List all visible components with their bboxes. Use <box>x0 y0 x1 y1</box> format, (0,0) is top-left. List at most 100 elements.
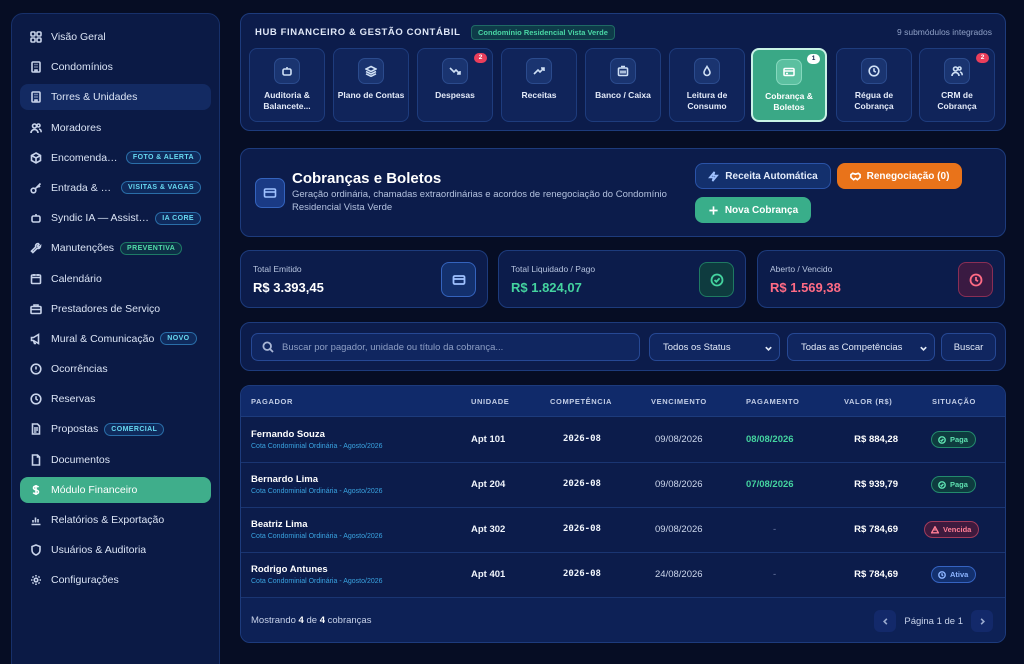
sidebar-badge: COMERCIAL <box>104 422 165 436</box>
sidebar-item-relatorios[interactable]: Relatórios & Exportação <box>20 507 211 533</box>
chevron-right-icon <box>980 617 985 625</box>
table-row[interactable]: Fernando Souza Cota Condominial Ordinári… <box>241 418 1005 463</box>
calendar-icon <box>30 273 42 285</box>
credit-card-icon <box>255 178 285 208</box>
users-icon <box>944 58 970 84</box>
sidebar-item-ocorrencias[interactable]: Ocorrências <box>20 356 211 382</box>
module-label: Cobrança & Boletos <box>765 91 813 112</box>
sidebar-item-calendario[interactable]: Calendário <box>20 266 211 292</box>
vencimento-cell: 24/08/2026 <box>655 569 703 580</box>
module-label: CRM de Cobrança <box>937 90 977 111</box>
column-header: COMPETÊNCIA <box>550 397 613 406</box>
summary-prefix: Mostrando <box>251 615 296 626</box>
sidebar-item-modulo-financeiro[interactable]: Módulo Financeiro <box>20 476 211 503</box>
clock-icon <box>938 570 946 579</box>
sidebar-item-label: Reservas <box>51 393 96 406</box>
sidebar-item-moradores[interactable]: Moradores <box>20 115 211 141</box>
table-row[interactable]: Beatriz Lima Cota Condominial Ordinária … <box>241 508 1005 553</box>
payer-description: Cota Condominial Ordinária - Agosto/2026 <box>251 488 383 495</box>
megaphone-icon <box>30 332 42 345</box>
sidebar-item-usuarios[interactable]: Usuários & Auditoria <box>20 537 211 563</box>
status-label: Vencida <box>943 525 972 534</box>
sidebar-item-entrada-garagem[interactable]: Entrada & Gar... VISITAS & VAGAS <box>20 175 211 201</box>
layers-icon <box>358 58 384 84</box>
stat-label: Total Emitido <box>253 264 302 274</box>
sidebar-item-reservas[interactable]: Reservas <box>20 386 211 412</box>
cobrancas-table: PAGADOR UNIDADE COMPETÊNCIA VENCIMENTO P… <box>240 385 1006 643</box>
sidebar-item-label: Condomínios <box>51 61 113 74</box>
nova-cobranca-button[interactable]: Nova Cobrança <box>695 197 811 223</box>
module-banco-caixa[interactable]: Banco / Caixa <box>585 48 661 122</box>
building-icon <box>30 61 42 73</box>
status-select[interactable]: Todos os Status <box>649 333 780 361</box>
sidebar-item-label: Propostas <box>51 423 99 436</box>
status-badge: Vencida <box>924 521 980 538</box>
buscar-button[interactable]: Buscar <box>941 333 996 361</box>
check-circle-icon <box>699 262 734 297</box>
status-badge: Ativa <box>931 566 977 583</box>
sidebar-item-label: Relatórios & Exportação <box>51 514 165 526</box>
module-despesas[interactable]: 2 Despesas <box>417 48 493 122</box>
sidebar-badge: NOVO <box>160 332 197 346</box>
notification-badge: 2 <box>976 53 989 63</box>
check-circle-icon <box>938 435 946 444</box>
sidebar-item-documentos[interactable]: Documentos <box>20 447 211 473</box>
sidebar-item-manutencoes[interactable]: Manutenções PREVENTIVA <box>20 235 211 261</box>
column-header: VENCIMENTO <box>651 397 707 406</box>
table-row[interactable]: Rodrigo Antunes Cota Condominial Ordinár… <box>241 553 1005 598</box>
module-crm-cobranca[interactable]: 2 CRM de Cobrança <box>919 48 995 122</box>
previous-page-button[interactable] <box>874 610 897 632</box>
pagamento-cell: 07/08/2026 <box>746 479 794 490</box>
stat-card-aberto-vencido: Aberto / Vencido R$ 1.569,38 <box>757 250 1005 308</box>
pagamento-cell: - <box>773 569 777 580</box>
module-regua-cobranca[interactable]: Régua de Cobrança <box>836 48 912 122</box>
pagamento-cell: 08/08/2026 <box>746 434 794 445</box>
renegociacao-button[interactable]: Renegociação (0) <box>837 163 962 189</box>
next-page-button[interactable] <box>971 610 993 632</box>
grid-icon <box>30 31 42 43</box>
search-input[interactable] <box>282 341 622 353</box>
column-header: SITUAÇÃO <box>932 397 976 406</box>
sidebar-item-condominios[interactable]: Condomínios <box>20 54 211 80</box>
credit-card-icon <box>441 262 476 297</box>
sidebar-item-label: Visão Geral <box>51 31 106 43</box>
sidebar-item-configuracoes[interactable]: Configurações <box>20 567 211 593</box>
module-cobranca-boletos[interactable]: 1 Cobrança & Boletos <box>751 48 827 122</box>
module-plano-contas[interactable]: Plano de Contas <box>333 48 409 122</box>
package-icon <box>30 151 42 164</box>
competencia-cell: 2026-08 <box>563 479 601 489</box>
sidebar-item-prestadores[interactable]: Prestadores de Serviço <box>20 296 211 322</box>
valor-cell: R$ 939,79 <box>854 479 898 490</box>
plus-icon <box>709 205 718 215</box>
sidebar-item-encomendas[interactable]: Encomendas &... FOTO & ALERTA <box>20 145 211 171</box>
sidebar-item-label: Prestadores de Serviço <box>51 302 161 315</box>
sidebar-item-syndic-ia[interactable]: Syndic IA — Assistente IA CORE <box>20 205 211 231</box>
status-label: Paga <box>950 435 968 444</box>
competencia-select[interactable]: Todas as Competências <box>787 333 935 361</box>
module-receitas[interactable]: Receitas <box>501 48 577 122</box>
wrench-icon <box>30 242 42 254</box>
warning-icon <box>931 525 939 534</box>
bot-icon <box>30 212 42 224</box>
handshake-icon <box>849 171 861 181</box>
search-box[interactable] <box>251 333 640 361</box>
sidebar-item-label: Mural & Comunicação <box>51 332 155 345</box>
table-row[interactable]: Bernardo Lima Cota Condominial Ordinária… <box>241 463 1005 508</box>
module-auditoria[interactable]: Auditoria & Balancete... <box>249 48 325 122</box>
module-leitura-consumo[interactable]: Leitura de Consumo <box>669 48 745 122</box>
summary-of: de <box>306 615 318 626</box>
status-select-value: Todos os Status <box>663 341 731 353</box>
trending-up-icon <box>526 58 552 84</box>
sidebar-item-visao-geral[interactable]: Visão Geral <box>20 24 211 50</box>
receita-automatica-button[interactable]: Receita Automática <box>695 163 831 189</box>
pagination-summary: Mostrando 4 de 4 cobranças <box>251 615 371 626</box>
status-badge: Paga <box>931 431 976 448</box>
sidebar-item-torres-unidades[interactable]: Torres & Unidades <box>20 84 211 111</box>
stat-value: R$ 1.569,38 <box>770 280 841 295</box>
sidebar-item-mural[interactable]: Mural & Comunicação NOVO <box>20 326 211 352</box>
sidebar-item-propostas[interactable]: Propostas COMERCIAL <box>20 416 211 442</box>
valor-cell: R$ 784,69 <box>854 524 898 535</box>
sidebar: Visão Geral Condomínios Torres & Unidade… <box>11 13 220 664</box>
clock-icon <box>861 58 887 84</box>
droplet-icon <box>694 58 720 84</box>
